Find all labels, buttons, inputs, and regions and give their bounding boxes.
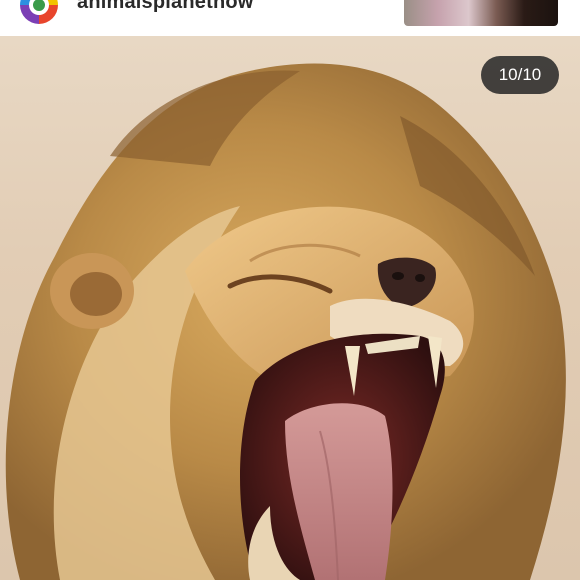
post-image[interactable]	[0, 36, 580, 580]
story-thumbnail[interactable]	[404, 0, 558, 26]
image-counter-badge: 10/10	[481, 56, 559, 94]
post-header: animalsplanetnow	[0, 0, 580, 36]
lion-illustration	[5, 63, 566, 580]
account-username[interactable]: animalsplanetnow	[77, 0, 254, 14]
account-avatar[interactable]	[20, 0, 58, 24]
globe-icon	[29, 0, 49, 15]
